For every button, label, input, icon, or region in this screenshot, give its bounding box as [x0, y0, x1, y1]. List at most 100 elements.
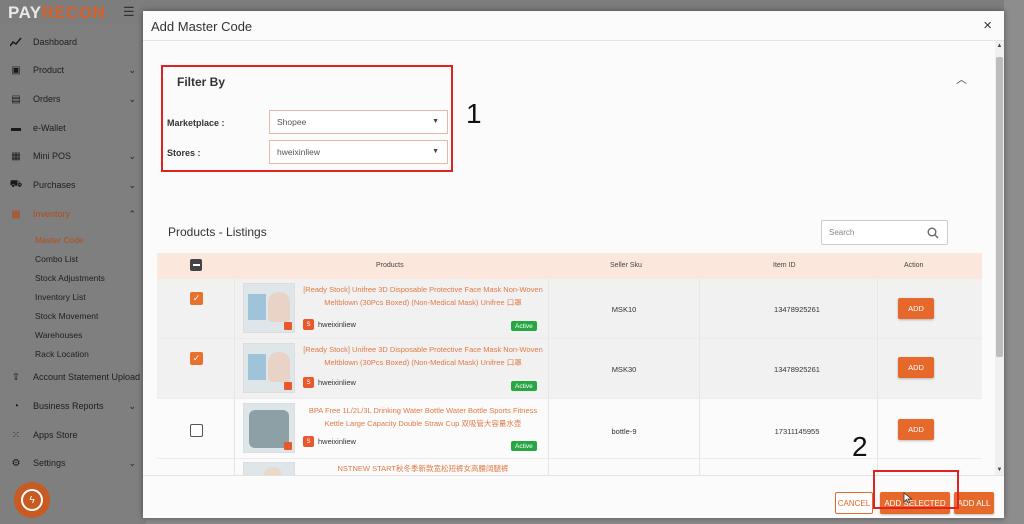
- store-label: Shweixinliew: [303, 377, 356, 388]
- add-button[interactable]: ADD: [898, 357, 934, 378]
- sidebar-item-orders[interactable]: ▤ Orders ⌄: [0, 89, 146, 109]
- sidebar-item-product[interactable]: ▣ Product ⌄: [0, 60, 146, 80]
- scroll-up-icon[interactable]: ▲: [995, 43, 1004, 49]
- grid-icon: ⁙: [11, 429, 21, 441]
- sidebar-subitem-inventory-list[interactable]: Inventory List: [35, 292, 86, 302]
- sidebar-subitem-stock-movement[interactable]: Stock Movement: [35, 311, 98, 321]
- item-id: 13478925261: [774, 365, 820, 374]
- product-thumbnail: [243, 462, 295, 475]
- marketplace-value: Shopee: [277, 117, 307, 127]
- clipboard-icon: ▤: [11, 93, 21, 105]
- row-checkbox[interactable]: ✓: [190, 352, 203, 365]
- sidebar-item-mini-pos[interactable]: ▦ Mini POS ⌄: [0, 146, 146, 166]
- column-divider: [699, 339, 700, 399]
- select-all-checkbox[interactable]: [190, 259, 202, 271]
- column-divider: [234, 459, 235, 475]
- column-header-action: Action: [904, 262, 924, 269]
- sidebar-item-purchases[interactable]: ⛟ Purchases ⌄: [0, 175, 146, 195]
- shopee-icon: S: [303, 436, 314, 447]
- search-icon[interactable]: [927, 226, 939, 244]
- wallet-icon: ▬: [11, 122, 21, 134]
- product-name-link[interactable]: [Ready Stock] Unifree 3D Disposable Prot…: [303, 283, 543, 309]
- column-divider: [548, 459, 549, 475]
- product-thumbnail: [243, 343, 295, 393]
- column-divider: [548, 339, 549, 399]
- sidebar-item-label: e-Wallet: [33, 123, 66, 133]
- sidebar-item-e-wallet[interactable]: ▬ e-Wallet: [0, 118, 146, 138]
- chevron-down-icon: ⌄: [128, 179, 136, 190]
- upload-icon: ⇪: [11, 371, 21, 383]
- column-divider: [548, 399, 549, 459]
- sidebar-subitem-rack-location[interactable]: Rack Location: [35, 349, 89, 359]
- filter-title: Filter By: [177, 75, 226, 89]
- filter-panel: Filter By Marketplace : Shopee ▼ Stores …: [161, 65, 453, 172]
- scrollbar-thumb[interactable]: [996, 57, 1003, 357]
- seller-sku: bottle-9: [611, 427, 637, 436]
- collapse-filter-icon[interactable]: ︿: [956, 71, 967, 87]
- dropdown-caret-icon: ▼: [432, 118, 439, 125]
- sidebar-item-inventory[interactable]: ▩ Inventory ⌃: [0, 204, 146, 224]
- cancel-button[interactable]: CANCEL: [835, 492, 873, 514]
- sidebar-item-label: Orders: [33, 94, 61, 104]
- column-header-seller-sku: Seller Sku: [610, 262, 642, 269]
- column-divider: [877, 339, 878, 399]
- column-header-item-id: Item ID: [773, 262, 796, 269]
- sidebar-item-settings[interactable]: ⚙ Settings ⌄: [0, 453, 146, 473]
- hamburger-icon[interactable]: ☰: [123, 4, 135, 20]
- item-id: 13478925261: [774, 305, 820, 314]
- product-name-link[interactable]: [Ready Stock] Unifree 3D Disposable Prot…: [303, 343, 543, 369]
- stores-select[interactable]: hweixinliew ▼: [269, 140, 448, 164]
- sidebar-item-label: Purchases: [33, 180, 76, 190]
- shopee-icon: S: [303, 377, 314, 388]
- annotation-number-2: 2: [852, 431, 868, 462]
- modal-scrollbar[interactable]: ▲ ▼: [995, 41, 1004, 475]
- sidebar-item-label: Apps Store: [33, 430, 78, 440]
- sidebar-item-business-reports[interactable]: ◔ Business Reports ⌄: [0, 396, 146, 416]
- column-divider: [234, 339, 235, 399]
- add-button[interactable]: ADD: [898, 298, 934, 319]
- pos-icon: ▦: [11, 150, 21, 162]
- sidebar-subitem-warehouses[interactable]: Warehouses: [35, 330, 82, 340]
- product-name-link[interactable]: BPA Free 1L/2L/3L Drinking Water Bottle …: [303, 404, 543, 430]
- sidebar-subitem-combo-list[interactable]: Combo List: [35, 254, 78, 264]
- sidebar-item-account-statement-upload[interactable]: ⇪ Account Statement Upload: [0, 367, 146, 387]
- column-divider: [877, 279, 878, 339]
- row-checkbox[interactable]: ✓: [190, 292, 203, 305]
- pie-chart-icon: ◔: [12, 400, 20, 412]
- stores-value: hweixinliew: [277, 147, 320, 157]
- chevron-down-icon: ⌄: [128, 64, 136, 75]
- search-input[interactable]: Search: [821, 220, 948, 245]
- annotation-highlight-box: [873, 470, 959, 509]
- add-all-button[interactable]: ADD ALL: [954, 492, 994, 514]
- sidebar-item-label: Mini POS: [33, 151, 72, 161]
- sidebar-subitem-stock-adjustments[interactable]: Stock Adjustments: [35, 273, 105, 283]
- sidebar-subitem-master-code[interactable]: Master Code: [35, 235, 84, 245]
- payrecon-logo[interactable]: PAYRECON: [8, 3, 106, 23]
- mouse-pointer-icon: [903, 491, 913, 509]
- column-divider: [699, 399, 700, 459]
- chevron-down-icon: ⌄: [128, 150, 136, 161]
- row-checkbox[interactable]: [190, 424, 203, 437]
- boxes-icon: ▩: [11, 208, 21, 220]
- add-master-code-modal: Add Master Code × ▲ ▼ Filter By Marketpl…: [143, 11, 1004, 518]
- messenger-chat-button[interactable]: ϟ: [14, 482, 50, 518]
- sidebar-item-label: Business Reports: [33, 401, 104, 411]
- column-divider: [234, 279, 235, 339]
- column-divider: [877, 399, 878, 459]
- shopee-icon: S: [303, 319, 314, 330]
- marketplace-select[interactable]: Shopee ▼: [269, 110, 448, 134]
- product-thumbnail: [243, 403, 295, 453]
- chevron-down-icon: ⌄: [128, 457, 136, 468]
- dropdown-caret-icon: ▼: [432, 148, 439, 155]
- sidebar-item-dashboard[interactable]: Dashboard: [0, 32, 146, 52]
- column-divider: [699, 459, 700, 475]
- scroll-down-icon[interactable]: ▼: [995, 467, 1004, 473]
- close-icon[interactable]: ×: [983, 17, 992, 34]
- chevron-up-icon: ⌃: [128, 208, 136, 219]
- status-badge: Active: [511, 381, 537, 391]
- product-name-link[interactable]: NSTNEW START秋冬季新款宽松短裤女高腰阔腿裤: [303, 462, 543, 475]
- messenger-icon: ϟ: [21, 489, 43, 511]
- sidebar-item-apps-store[interactable]: ⁙ Apps Store: [0, 425, 146, 445]
- store-label: Shweixinliew: [303, 319, 356, 330]
- add-button[interactable]: ADD: [898, 419, 934, 440]
